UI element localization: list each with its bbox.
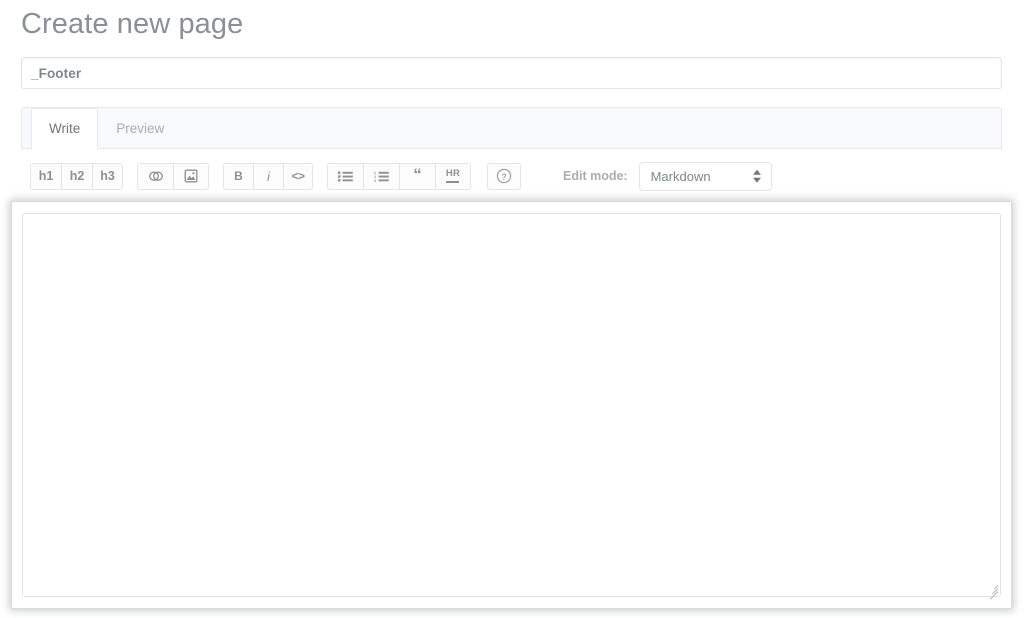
heading-3-icon[interactable]: h3 — [92, 162, 123, 190]
hr-label: HR — [445, 168, 461, 179]
toolbar-group-blocks: 1 2 3 “ HR — [327, 162, 471, 190]
toolbar-group-headings: h1 h2 h3 — [30, 162, 123, 190]
textarea-resize-handle[interactable] — [985, 581, 999, 600]
hr-bar — [446, 180, 460, 183]
toolbar-group-inline-format: B i <> — [223, 162, 313, 190]
ordered-list-icon[interactable]: 1 2 3 — [363, 162, 399, 190]
link-icon[interactable] — [137, 162, 173, 190]
code-icon[interactable]: <> — [283, 162, 313, 190]
create-page-screen: Create new page _Footer Write Preview h1… — [0, 0, 1027, 618]
editor-drop-container — [11, 201, 1012, 609]
edit-mode-select[interactable]: Markdown — [638, 161, 772, 191]
bold-label: B — [234, 169, 243, 183]
svg-text:?: ? — [501, 171, 506, 181]
markdown-textarea[interactable] — [22, 213, 1001, 600]
editor-tabbar: Write Preview — [21, 107, 1002, 149]
markdown-toolbar: h1 h2 h3 B i <> 1 2 3 “ HR ? Edit mode: … — [21, 149, 1002, 203]
bold-icon[interactable]: B — [223, 162, 253, 190]
italic-icon[interactable]: i — [253, 162, 283, 190]
page-name-input[interactable]: _Footer — [21, 57, 1002, 89]
heading-3-label: h3 — [100, 169, 115, 183]
image-icon[interactable] — [173, 162, 209, 190]
svg-text:3: 3 — [374, 178, 376, 181]
edit-mode-label: Edit mode: — [563, 169, 628, 183]
edit-mode-selected-value: Markdown — [650, 168, 711, 184]
heading-2-label: h2 — [69, 169, 85, 183]
blockquote-icon[interactable]: “ — [399, 162, 435, 190]
tab-preview[interactable]: Preview — [98, 108, 182, 149]
tab-write[interactable]: Write — [31, 108, 99, 149]
code-label: <> — [291, 169, 305, 183]
heading-1-icon[interactable]: h1 — [30, 162, 61, 190]
toolbar-group-help: ? — [487, 162, 521, 190]
horizontal-rule-icon[interactable]: HR — [435, 162, 471, 190]
page-title: Create new page — [21, 8, 244, 40]
heading-1-label: h1 — [38, 169, 54, 183]
italic-label: i — [267, 168, 270, 184]
unordered-list-icon[interactable] — [327, 162, 363, 190]
chevron-updown-icon — [752, 169, 761, 183]
help-circle-icon[interactable]: ? — [487, 162, 521, 190]
hr-glyph: HR — [446, 169, 460, 183]
blockquote-label: “ — [413, 165, 422, 184]
tab-preview-label: Preview — [116, 121, 165, 136]
toolbar-group-media — [137, 162, 209, 190]
tab-write-label: Write — [49, 121, 81, 136]
heading-2-icon[interactable]: h2 — [61, 162, 92, 190]
page-name-value: _Footer — [31, 65, 82, 81]
